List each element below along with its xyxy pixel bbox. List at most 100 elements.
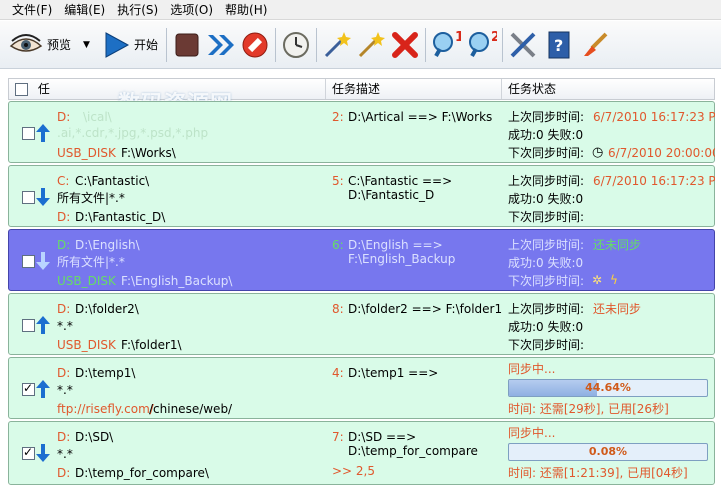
last-sync-value: 还未同步 (593, 302, 642, 316)
column-header-status[interactable]: 任务状态 (502, 79, 714, 99)
task-number: 5: (332, 174, 344, 188)
clock-icon: ◷ (592, 145, 604, 160)
target-path: D:\temp_for_compare\ (75, 466, 209, 480)
task-description: C:\Fantastic ==> (348, 174, 453, 188)
source-path: \ical\ (83, 110, 112, 124)
menu-bar: 文件(F) 编辑(E) 执行(S) 选项(O) 帮助(H) (0, 0, 721, 20)
sync-progress-label: 44.64% (585, 381, 631, 394)
toolbar-divider (501, 27, 503, 62)
clean-button[interactable] (580, 30, 610, 60)
next-sync-label: 下次同步时间: (508, 146, 585, 160)
toolbar-divider (424, 27, 426, 62)
task-checkbox[interactable] (22, 127, 35, 140)
description-cell: 8: D:\folder2 ==> F:\folder1 (326, 294, 502, 354)
description-cell: 6: D:\English ==> F:\English_Backup (326, 230, 502, 290)
source-drive: D: (57, 366, 71, 380)
task-list[interactable]: D: \ical\ .ai,*.cdr,*.jpg,*.psd,*.php US… (8, 101, 715, 485)
delete-x-icon (391, 31, 418, 58)
task-number: 7: (332, 430, 344, 444)
toolbar-divider (274, 27, 276, 62)
eye-icon (9, 33, 43, 52)
source-drive: C: (57, 174, 70, 188)
file-filter: *.* (57, 319, 73, 333)
menu-edit[interactable]: 编辑(E) (58, 0, 111, 20)
task-list-header: 任 任务描述 任务状态 (8, 78, 715, 100)
gear-icon: ✲ (592, 273, 603, 287)
column-description-label: 任务描述 (332, 82, 381, 96)
toolbar-divider (165, 27, 167, 62)
source-drive: D: (57, 238, 71, 252)
status-cell: 上次同步时间: 还未同步 成功:0 失败:0 下次同步时间: (502, 294, 715, 354)
find-2-button[interactable]: 2 (467, 30, 497, 60)
sync-progress-bar: 0.08% (508, 443, 708, 461)
column-header-description[interactable]: 任务描述 (326, 79, 502, 99)
wand-plus-icon (324, 31, 351, 57)
target-drive: D: (57, 466, 71, 480)
menu-help[interactable]: 帮助(H) (219, 0, 273, 20)
start-label: 开始 (133, 38, 158, 52)
find-1-button[interactable]: 1 (431, 30, 461, 60)
result-counts: 成功:0 失败:0 (508, 320, 584, 334)
task-row[interactable]: D: D:\folder2\ *.* USB_DISK F:\folder1\ … (8, 293, 715, 355)
svg-text:2: 2 (491, 30, 497, 45)
delete-task-button[interactable] (390, 30, 420, 60)
fast-forward-icon (207, 34, 234, 55)
source-path: D:\English\ (75, 238, 140, 252)
lightning-icon: ϟ (610, 273, 618, 287)
help-button[interactable]: ? (544, 30, 574, 60)
task-description: D:\English ==> (348, 238, 443, 252)
preview-button[interactable]: 预览 ▼ (6, 25, 93, 65)
target-path: F:\Works\ (121, 146, 176, 160)
task-row[interactable]: C: C:\Fantastic\ 所有文件|*.* D: D:\Fantasti… (8, 165, 715, 227)
upload-arrow-icon (36, 316, 50, 334)
fast-forward-button[interactable] (206, 30, 236, 60)
source-path: C:\Fantastic\ (75, 174, 150, 188)
menu-file[interactable]: 文件(F) (6, 0, 58, 20)
task-description-target: D:\temp_for_compare (348, 444, 478, 458)
task-cell: D: D:\English\ 所有文件|*.* USB_DISK F:\Engl… (9, 230, 326, 290)
task-checkbox[interactable] (22, 381, 35, 396)
chevron-down-icon[interactable]: ▼ (83, 40, 90, 50)
stop-button[interactable] (172, 30, 202, 60)
start-button[interactable]: 开始 (99, 25, 161, 65)
task-row[interactable]: D: \ical\ .ai,*.cdr,*.jpg,*.psd,*.php US… (8, 101, 715, 163)
sync-progress-bar: 44.64% (508, 379, 708, 397)
task-row-selected[interactable]: D: D:\English\ 所有文件|*.* USB_DISK F:\Engl… (8, 229, 715, 291)
schedule-button[interactable] (281, 30, 311, 60)
help-book-icon: ? (548, 31, 570, 58)
task-checkbox[interactable] (22, 191, 35, 204)
upload-arrow-icon (36, 380, 50, 398)
last-sync-value: 6/7/2010 16:17:23 PM (593, 174, 715, 188)
target-path: D:\Fantastic_D\ (75, 210, 166, 224)
column-status-label: 任务状态 (508, 82, 557, 96)
stop-icon (175, 33, 199, 56)
next-sync-label: 下次同步时间: (508, 338, 585, 352)
source-path: D:\folder2\ (75, 302, 139, 316)
task-cell: D: \ical\ .ai,*.cdr,*.jpg,*.psd,*.php US… (9, 102, 326, 162)
cancel-button[interactable] (240, 30, 270, 60)
target-path: F:\English_Backup\ (121, 274, 233, 288)
target-path: /chinese/web/ (149, 402, 233, 416)
edit-task-button[interactable] (356, 30, 386, 60)
status-cell: 同步中... 0.08% 时间: 还需[1:21:39], 已用[04秒] (502, 422, 715, 482)
clock-icon (282, 31, 309, 58)
task-row[interactable]: D: D:\SD\ *.* D: D:\temp_for_compare\ 7:… (8, 421, 715, 485)
task-checkbox[interactable] (22, 445, 35, 460)
task-checkbox[interactable] (22, 255, 35, 268)
task-checkbox[interactable] (22, 319, 35, 332)
sync-status: 同步中... (508, 426, 556, 440)
select-all-checkbox[interactable] (15, 83, 28, 96)
tools-button[interactable] (508, 30, 538, 60)
no-entry-icon (242, 32, 268, 57)
source-drive: D: (57, 302, 71, 316)
task-cell: C: C:\Fantastic\ 所有文件|*.* D: D:\Fantasti… (9, 166, 326, 226)
menu-execute[interactable]: 执行(S) (111, 0, 164, 20)
status-cell: 上次同步时间: 6/7/2010 16:17:23 PM 成功:0 失败:0 下… (502, 102, 715, 162)
task-cell: D: D:\folder2\ *.* USB_DISK F:\folder1\ (9, 294, 326, 354)
new-task-button[interactable] (322, 30, 352, 60)
task-row[interactable]: D: D:\temp1\ *.* ftp://risefly.com/ /chi… (8, 357, 715, 419)
tools-icon (510, 32, 536, 57)
description-cell: 5: C:\Fantastic ==> D:\Fantastic_D (326, 166, 502, 226)
menu-options[interactable]: 选项(O) (164, 0, 219, 20)
upload-arrow-icon (36, 124, 50, 142)
